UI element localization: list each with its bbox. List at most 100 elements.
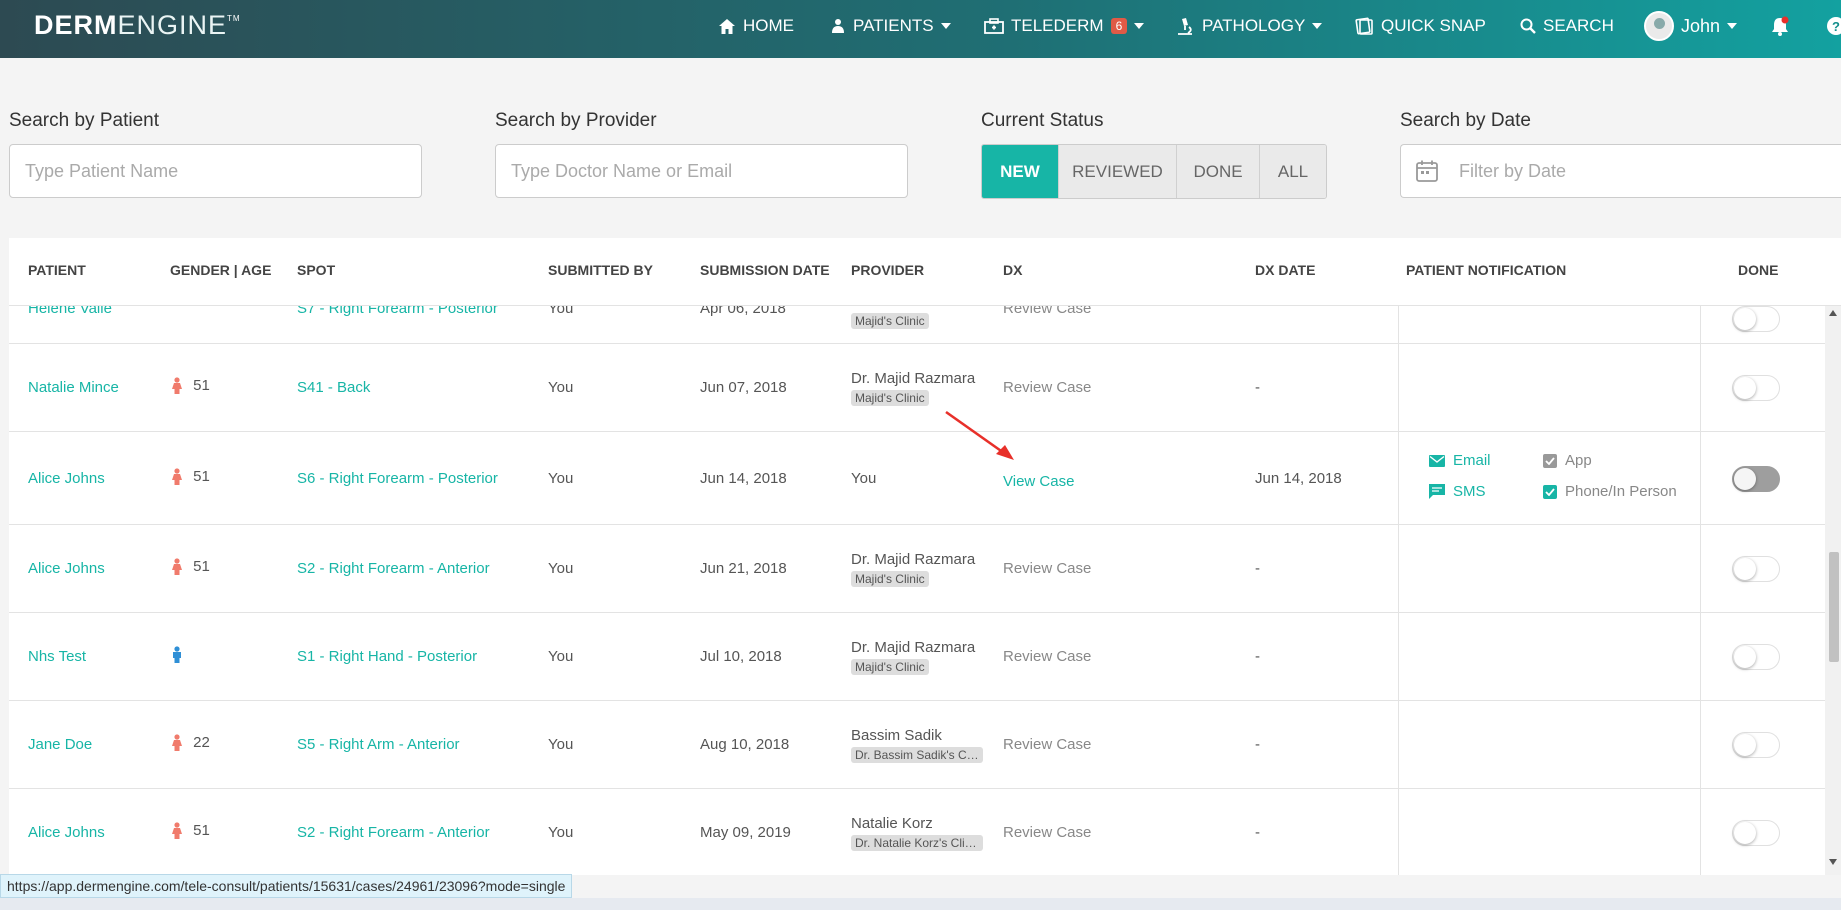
review-case-link[interactable]: Review Case — [1003, 560, 1091, 577]
spot-link[interactable]: S41 - Back — [297, 379, 370, 396]
col-submitted-by[interactable]: SUBMITTED BY — [548, 262, 653, 278]
spot-link[interactable]: S6 - Right Forearm - Posterior — [297, 470, 498, 487]
done-toggle[interactable] — [1732, 375, 1780, 401]
chevron-down-icon — [1727, 23, 1738, 29]
table-header: PATIENT GENDER | AGE SPOT SUBMITTED BY S… — [9, 238, 1841, 306]
dermengine-logo[interactable]: DERMENGINETM — [34, 10, 241, 41]
col-patient[interactable]: PATIENT — [28, 262, 86, 278]
nav-telederm-label: TELEDERM — [1011, 16, 1104, 35]
notify-phone[interactable]: Phone/In Person — [1543, 483, 1677, 500]
patient-name[interactable]: Alice Johns — [28, 824, 105, 841]
spot-link[interactable]: S2 - Right Forearm - Anterior — [297, 824, 490, 841]
chevron-down-icon — [940, 23, 951, 29]
scrollbar-thumb[interactable] — [1829, 552, 1839, 662]
cases-table: PATIENT GENDER | AGE SPOT SUBMITTED BY S… — [9, 238, 1841, 875]
dx-date: - — [1255, 736, 1260, 753]
review-case-link[interactable]: Review Case — [1003, 379, 1091, 396]
col-spot[interactable]: SPOT — [297, 262, 335, 278]
nav-quick-snap-label: QUICK SNAP — [1381, 16, 1486, 35]
date-filter-input[interactable]: Filter by Date — [1400, 144, 1841, 198]
col-provider[interactable]: PROVIDER — [851, 262, 924, 278]
scroll-down-icon — [1829, 859, 1837, 865]
nav-search[interactable]: SEARCH — [1520, 0, 1614, 52]
submitted-by: You — [548, 824, 574, 841]
done-toggle[interactable] — [1732, 466, 1780, 492]
clinic-badge: Dr. Bassim Sadik's Cli... — [851, 747, 983, 763]
table-row[interactable]: Alice Johns 51 S6 - Right Forearm - Post… — [9, 410, 1825, 525]
done-toggle[interactable] — [1732, 556, 1780, 582]
date-search-label: Search by Date — [1400, 110, 1531, 131]
user-menu[interactable]: John — [1644, 0, 1738, 52]
nav-home-label: HOME — [743, 16, 794, 35]
nav-home[interactable]: HOME — [718, 0, 794, 52]
status-all-button[interactable]: ALL — [1259, 145, 1326, 198]
review-case-link[interactable]: Review Case — [1003, 824, 1091, 841]
provider-search-label: Search by Provider — [495, 110, 657, 131]
patient-name[interactable]: Alice Johns — [28, 560, 105, 577]
spot-link[interactable]: S2 - Right Forearm - Anterior — [297, 560, 490, 577]
dx-date: Jun 14, 2018 — [1255, 470, 1342, 487]
patient-name[interactable]: Natalie Mince — [28, 379, 119, 396]
patient-name[interactable]: Jane Doe — [28, 736, 92, 753]
submitted-by: You — [548, 560, 574, 577]
notify-email[interactable]: Email — [1429, 452, 1491, 469]
nav-patients[interactable]: PATIENTS — [830, 0, 951, 52]
gender-age: 22 — [170, 734, 210, 752]
review-case-link[interactable]: Review Case — [1003, 736, 1091, 753]
male-icon — [173, 646, 181, 664]
col-dx[interactable]: DX — [1003, 262, 1022, 278]
gender-age: 51 — [170, 558, 210, 576]
help-button[interactable]: ? — [1827, 0, 1841, 52]
review-case-link[interactable]: Review Case — [1003, 648, 1091, 665]
patient-name[interactable]: Nhs Test — [28, 648, 86, 665]
done-toggle[interactable] — [1732, 644, 1780, 670]
notify-sms[interactable]: SMS — [1429, 483, 1486, 500]
status-done-button[interactable]: DONE — [1176, 145, 1259, 198]
spot-link[interactable]: S1 - Right Hand - Posterior — [297, 648, 477, 665]
clinic-badge: Majid's Clinic — [851, 571, 929, 587]
nav-telederm[interactable]: TELEDERM 6 — [984, 0, 1145, 52]
done-toggle[interactable] — [1732, 820, 1780, 846]
col-patient-notification[interactable]: PATIENT NOTIFICATION — [1406, 262, 1566, 278]
status-filter-group: NEW REVIEWED DONE ALL — [981, 144, 1327, 199]
col-done[interactable]: DONE — [1738, 262, 1778, 278]
notify-app[interactable]: App — [1543, 452, 1592, 469]
gender-age — [170, 646, 189, 664]
clinic-badge: Majid's Clinic — [851, 390, 929, 406]
status-reviewed-button[interactable]: REVIEWED — [1058, 145, 1176, 198]
provider-name: Dr. Majid Razmara — [851, 551, 976, 568]
nav-pathology[interactable]: PATHOLOGY — [1175, 0, 1323, 52]
clinic-badge: Majid's Clinic — [851, 313, 929, 329]
col-gender-age[interactable]: GENDER | AGE — [170, 262, 271, 278]
scroll-up-icon — [1829, 310, 1837, 316]
done-toggle[interactable] — [1732, 732, 1780, 758]
status-new-button[interactable]: NEW — [982, 145, 1058, 198]
clinic-badge: Dr. Natalie Korz's Clini... — [851, 835, 983, 851]
provider-cell: Natalie Korz Dr. Natalie Korz's Clini... — [851, 815, 983, 855]
red-arrow-annotation — [945, 410, 1014, 460]
table-scrollbar[interactable] — [1825, 306, 1841, 875]
spot-link[interactable]: S5 - Right Arm - Anterior — [297, 736, 460, 753]
nav-quick-snap[interactable]: QUICK SNAP — [1355, 0, 1486, 52]
browser-status-url: https://app.dermengine.com/tele-consult/… — [0, 874, 573, 898]
nav-pathology-label: PATHOLOGY — [1202, 16, 1306, 35]
col-submission-date[interactable]: SUBMISSION DATE — [700, 262, 830, 278]
provider-cell: Dr. Majid Razmara Majid's Clinic — [851, 370, 975, 410]
submission-date: May 09, 2019 — [700, 824, 791, 841]
table-row[interactable]: Alice Johns 51 S2 - Right Forearm - Ante… — [9, 525, 1825, 613]
table-row[interactable]: Natalie Mince 51 S41 - Back You Jun 07, … — [9, 344, 1825, 432]
patient-name[interactable]: Alice Johns — [28, 470, 105, 487]
table-row[interactable]: Nhs Test S1 - Right Hand - Posterior You… — [9, 613, 1825, 701]
calendar-icon — [1416, 160, 1438, 182]
female-icon — [172, 377, 182, 395]
bell-icon — [1772, 16, 1789, 36]
notifications-button[interactable] — [1771, 0, 1789, 52]
table-row[interactable]: Alice Johns 51 S2 - Right Forearm - Ante… — [9, 789, 1825, 875]
view-case-link[interactable]: View Case — [1003, 473, 1074, 490]
female-icon — [172, 734, 182, 752]
table-row[interactable]: Jane Doe 22 S5 - Right Arm - Anterior Yo… — [9, 701, 1825, 789]
patient-search-input[interactable]: Type Patient Name — [9, 144, 422, 198]
done-toggle[interactable] — [1732, 306, 1780, 332]
provider-search-input[interactable]: Type Doctor Name or Email — [495, 144, 908, 198]
col-dx-date[interactable]: DX DATE — [1255, 262, 1315, 278]
